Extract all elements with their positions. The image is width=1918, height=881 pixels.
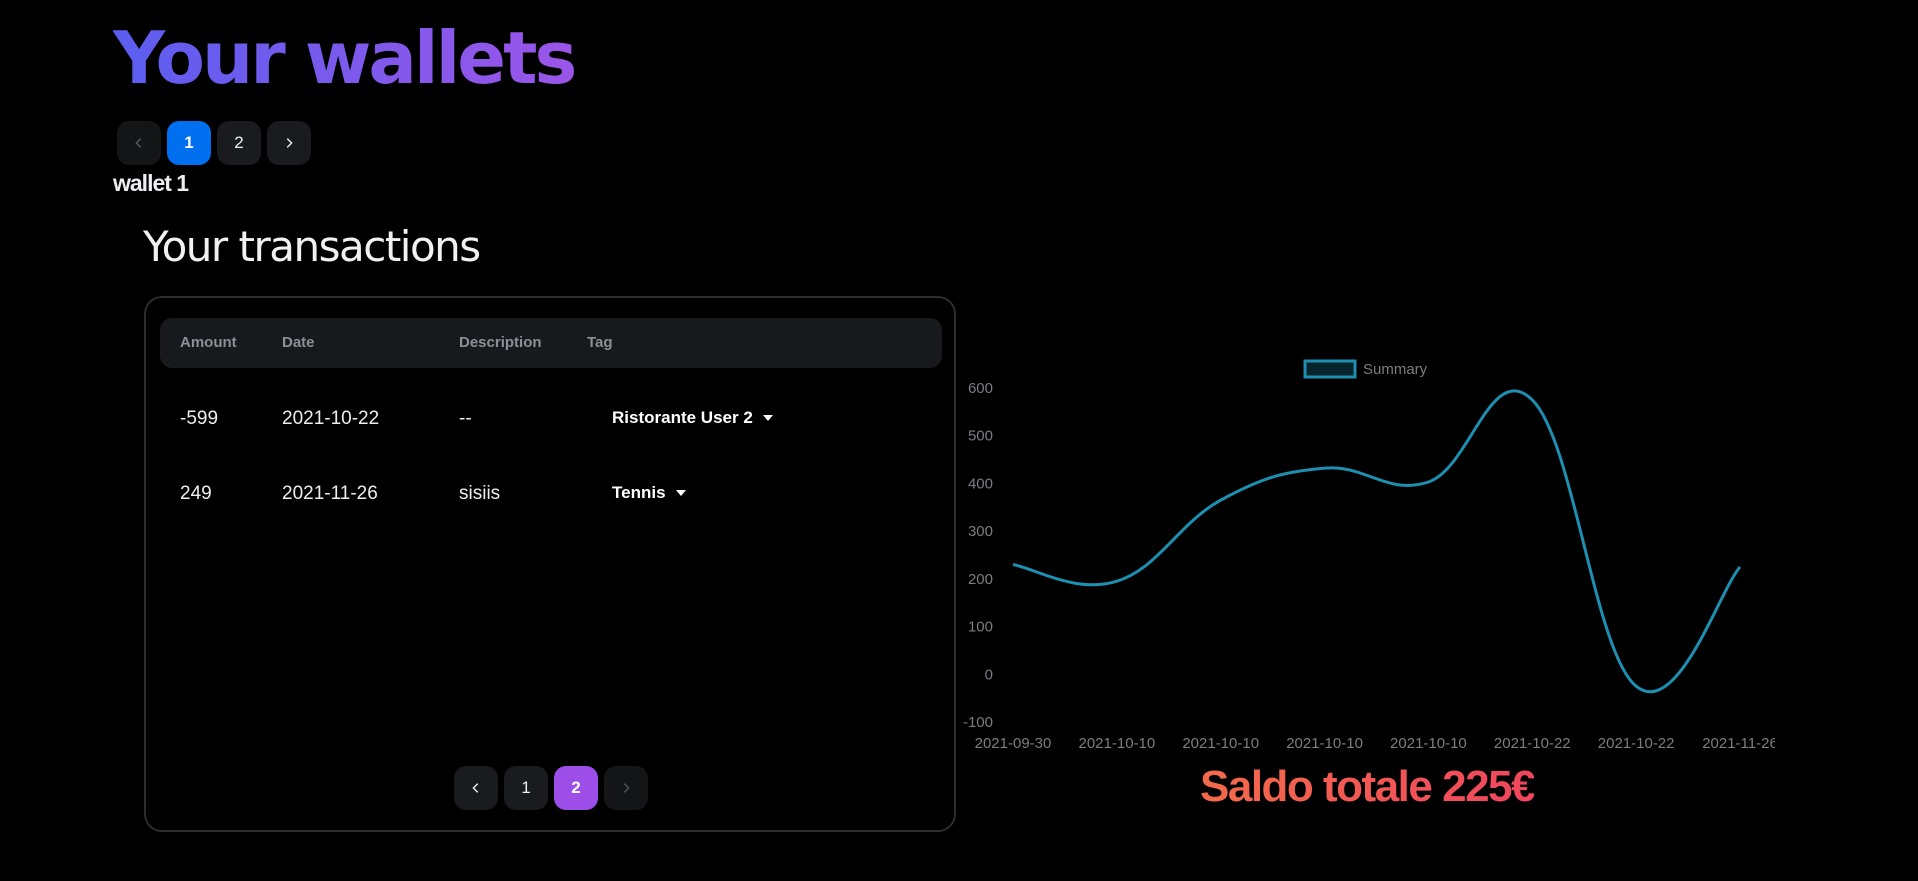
chevron-left-icon <box>135 138 142 148</box>
transactions-pagination: 1 2 <box>454 766 648 810</box>
wallet-prev-button[interactable] <box>117 121 161 165</box>
wallet-pagination: 1 2 <box>117 121 311 165</box>
cell-amount: -599 <box>180 408 219 429</box>
y-tick-label: 600 <box>968 380 993 397</box>
legend-swatch[interactable] <box>1303 359 1357 379</box>
cell-description: -- <box>459 408 472 429</box>
y-tick-label: 100 <box>968 619 993 636</box>
x-tick-label: 2021-11-26 <box>1702 735 1775 752</box>
x-tick-label: 2021-09-30 <box>975 735 1052 752</box>
data-point[interactable] <box>1218 497 1224 503</box>
data-point[interactable] <box>1425 479 1431 485</box>
y-tick-label: 0 <box>985 666 993 683</box>
page-title: Your wallets <box>113 10 577 106</box>
chevron-left-icon <box>472 783 479 793</box>
table-row: 249 2021-11-26 sisiis Tennis <box>146 469 954 519</box>
cell-amount: 249 <box>180 483 212 504</box>
y-tick-label: 400 <box>968 475 993 492</box>
y-tick-label: 200 <box>968 571 993 588</box>
cell-date: 2021-11-26 <box>282 483 378 504</box>
caret-down-icon <box>762 415 773 421</box>
x-tick-label: 2021-10-22 <box>1598 735 1675 752</box>
legend-label: Summary <box>1363 361 1428 378</box>
transactions-page-1-button[interactable]: 1 <box>504 766 548 810</box>
data-point[interactable] <box>1529 397 1535 403</box>
column-header-amount: Amount <box>180 334 237 351</box>
cell-date: 2021-10-22 <box>282 408 380 429</box>
table-row: -599 2021-10-22 -- Ristorante User 2 <box>146 394 954 444</box>
column-header-date: Date <box>282 334 315 351</box>
y-tick-label: 500 <box>968 428 993 445</box>
x-tick-label: 2021-10-10 <box>1390 735 1467 752</box>
tag-label: Ristorante User 2 <box>612 408 753 427</box>
data-point[interactable] <box>1010 562 1016 568</box>
x-tick-label: 2021-10-10 <box>1078 735 1155 752</box>
series-line-summary <box>1012 389 1742 694</box>
tag-label: Tennis <box>612 483 666 502</box>
summary-chart: 600 500 400 300 200 100 0 -100 2021-09-30 2021-10… <box>955 345 1778 755</box>
table-header: Amount Date Description Tag <box>160 318 942 368</box>
x-tick-label: 2021-10-10 <box>1182 735 1259 752</box>
y-tick-label: 300 <box>968 523 993 540</box>
tag-dropdown[interactable]: Ristorante User 2 <box>612 408 773 428</box>
transactions-title: Your transactions <box>143 222 481 271</box>
tag-dropdown[interactable]: Tennis <box>612 483 686 503</box>
data-point[interactable] <box>1737 564 1743 570</box>
wallet-name: wallet 1 <box>113 170 189 196</box>
summary-line-chart: 600 500 400 300 200 100 0 -100 2021-09-30 2021-10… <box>963 359 1778 752</box>
cell-description: sisiis <box>459 483 501 504</box>
x-tick-label: 2021-10-10 <box>1286 735 1363 752</box>
wallet-next-button[interactable] <box>267 121 311 165</box>
column-header-tag: Tag <box>587 334 613 351</box>
wallet-page-2-button[interactable]: 2 <box>217 121 261 165</box>
y-tick-label: -100 <box>963 714 993 731</box>
caret-down-icon <box>675 490 686 496</box>
data-point[interactable] <box>1633 683 1639 689</box>
data-point[interactable] <box>1322 465 1328 471</box>
chevron-right-icon <box>623 783 630 793</box>
transactions-table: Amount Date Description Tag -599 2021-10… <box>144 296 956 832</box>
transactions-prev-button[interactable] <box>454 766 498 810</box>
wallet-page-1-button[interactable]: 1 <box>167 121 211 165</box>
x-tick-label: 2021-10-22 <box>1494 735 1571 752</box>
transactions-page-2-button[interactable]: 2 <box>554 766 598 810</box>
chevron-right-icon <box>286 138 293 148</box>
transactions-next-button[interactable] <box>604 766 648 810</box>
data-point[interactable] <box>1114 578 1120 584</box>
total-balance: Saldo totale 225€ <box>1200 762 1535 811</box>
column-header-description: Description <box>459 334 542 351</box>
